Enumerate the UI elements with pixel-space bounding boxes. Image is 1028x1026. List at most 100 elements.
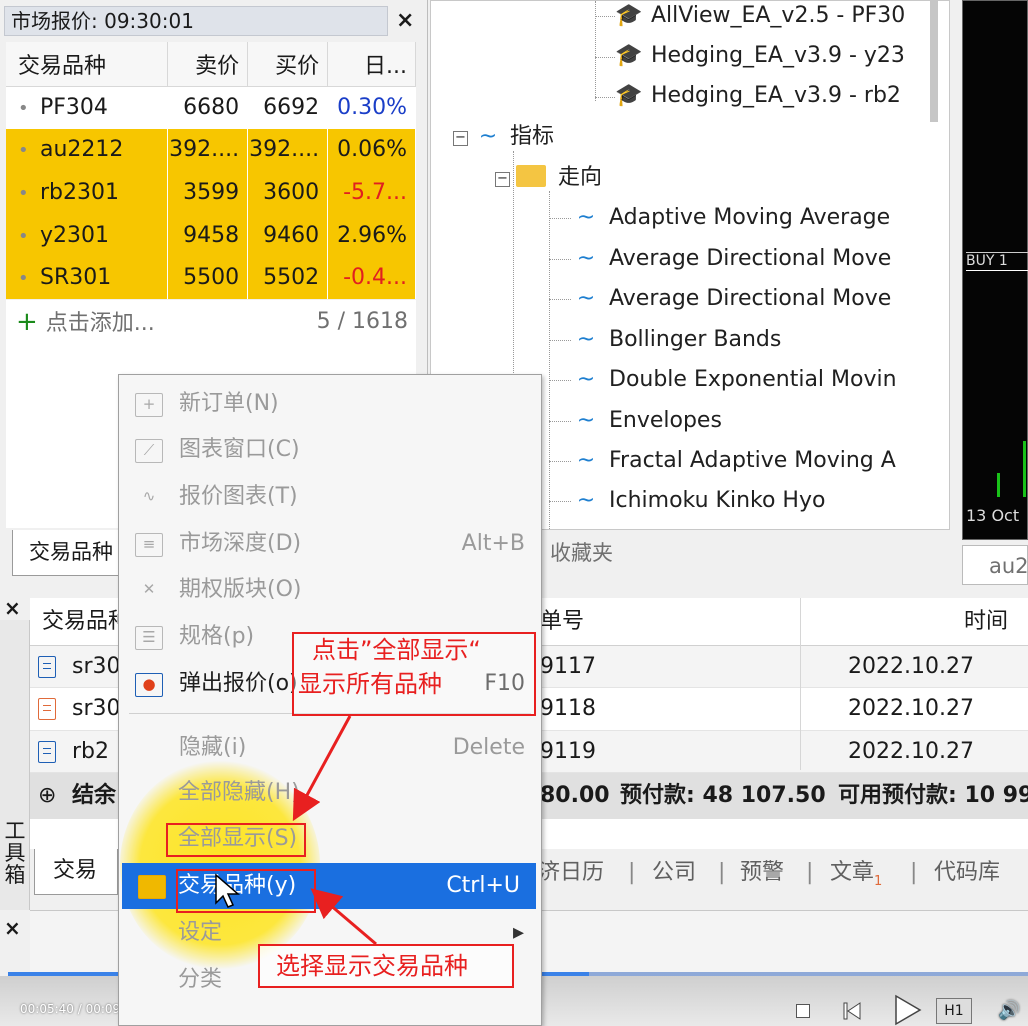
chart-bar [997,473,1000,497]
plus-icon: + [16,307,38,337]
order-symbol: sr30 [72,654,121,679]
tab-codebase[interactable]: 代码库 [934,849,1000,897]
tab-chart-au2212[interactable]: au2 [962,545,1028,585]
graduation-cap-icon: 🎓 [615,83,643,108]
order-ticket: 9117 [540,654,596,679]
symbols-icon [138,875,166,899]
close-icon[interactable]: × [4,916,21,940]
indicator-label: Bollinger Bands [609,327,782,352]
column-divider[interactable] [800,598,801,770]
order-symbol: rb2 [72,738,110,764]
ask-price: 9460 [247,213,329,257]
menu-item-label: 报价图表(T) [179,484,298,509]
options-icon: ✕ [142,580,156,598]
menu-item-new-order[interactable]: + 新订单(N) [119,381,541,427]
tree-item-indicator[interactable]: ~ Average Directional Move [573,244,892,274]
menu-item-hide-all[interactable]: 全部隐藏(H) [118,770,540,816]
column-header-symbol[interactable]: 交易品种 [42,598,130,646]
tab-alerts[interactable]: 预警 [740,849,784,897]
tree-item-indicator[interactable]: ~ Fractal Adaptive Moving A [573,446,896,476]
add-symbol-label: 点击添加... [45,311,155,336]
table-row[interactable]: • PF304 6680 6692 0.30% [6,86,416,129]
indicator-icon: ~ [576,205,596,230]
annotation-text: 显示所有品种 [298,670,442,698]
balance-label: 结余 [72,783,117,808]
time-axis-label: 13 Oct [966,506,1020,525]
quality-selector[interactable]: H1 [936,998,972,1024]
menu-item-hide[interactable]: 隐藏(i) Delete [119,725,541,771]
table-row[interactable]: • y2301 9458 9460 2.96% [6,213,416,257]
bid-price: 3599 [167,171,249,214]
indicator-label: Fractal Adaptive Moving A [609,448,896,473]
tab-trade[interactable]: 交易 [34,849,118,895]
tree-item-indicator[interactable]: ~ Average Directional Move [573,284,892,314]
free-margin-value: 可用预付款: 10 99 [838,783,1028,808]
ask-price: 3600 [247,171,329,214]
menu-item-depth[interactable]: ≡ 市场深度(D) Alt+B [119,521,541,567]
stop-icon[interactable] [796,1004,810,1018]
indicator-icon: ~ [576,327,596,352]
tree-item-indicator[interactable]: ~ Adaptive Moving Average [573,203,890,233]
play-icon[interactable] [890,994,924,1026]
collapse-icon[interactable]: − [453,131,468,146]
tab-favorites[interactable]: 收藏夹 [544,530,950,576]
volume-icon[interactable]: 🔊 [998,1000,1020,1021]
table-row[interactable]: • au2212 392.... 392.... 0.06% [6,128,416,172]
menu-item-label: 图表窗口(C) [179,437,300,462]
bullet-icon: • [18,140,29,162]
tree-item-indicator[interactable]: ~ Envelopes [573,406,722,436]
annotation-box-symbols: 选择显示交易品种 [258,944,514,988]
column-header-bid[interactable]: 卖价 [167,42,249,87]
market-watch-table: 交易品种 卖价 买价 日... • PF304 6680 6692 0.30% •… [6,42,416,299]
menu-item-tick-chart[interactable]: ∿ 报价图表(T) [119,474,541,520]
symbol-name: PF304 [40,95,108,121]
tab-articles[interactable]: 文章1 [830,849,882,906]
tree-item-expert[interactable]: 🎓 Hedging_EA_v3.9 - rb2 [615,81,901,111]
tab-company[interactable]: 公司 [652,849,696,897]
expert-label: Hedging_EA_v3.9 - y23 [651,43,905,68]
tree-item-indicators[interactable]: − ~ 指标 [453,122,554,152]
market-watch-title: 市场报价: 09:30:01 [4,6,388,36]
indicator-icon: ~ [576,286,596,311]
column-header-symbol[interactable]: 交易品种 [6,42,169,87]
previous-icon[interactable] [842,1001,862,1021]
menu-item-options[interactable]: ✕ 期权版块(O) [119,567,541,613]
popup-quote-icon: ● [135,673,163,697]
bullet-icon: • [18,225,29,247]
tab-symbols[interactable]: 交易品种 [12,530,132,576]
expand-icon[interactable]: ⊕ [38,773,56,819]
column-header-ticket[interactable]: 单号 [540,598,584,646]
line-chart-icon: ⟋ [135,439,163,463]
tab-calendar[interactable]: 济日历 [538,849,604,897]
tree-item-expert[interactable]: 🎓 AllView_EA_v2.5 - PF30 [615,1,905,31]
table-row[interactable]: • rb2301 3599 3600 -5.7... [6,171,416,214]
order-icon [38,740,56,763]
close-icon[interactable]: × [4,596,21,620]
collapse-icon[interactable]: − [495,172,510,187]
add-symbol-row[interactable]: + 点击添加... 5 / 1618 [6,300,416,344]
submenu-arrow-icon: ▸ [512,920,524,945]
tree-item-indicator[interactable]: ~ Double Exponential Movin [573,365,897,395]
close-icon[interactable]: × [396,8,414,34]
highlight-box-symbols [176,869,316,913]
ask-price: 6692 [247,86,329,129]
bullet-icon: • [18,182,29,204]
tree-item-indicator[interactable]: ~ Ichimoku Kinko Hyo [573,486,826,516]
menu-item-chart-window[interactable]: ⟋ 图表窗口(C) [119,427,541,473]
indicator-icon: ~ [576,367,596,392]
menu-item-label: 分类 [178,967,223,992]
column-header-change[interactable]: 日... [327,42,416,87]
indicator-label: Ichimoku Kinko Hyo [609,488,826,513]
trend-label: 走向 [558,165,603,190]
indicator-icon: ~ [576,448,596,473]
tree-item-indicator[interactable]: ~ Bollinger Bands [573,325,782,355]
column-header-time[interactable]: 时间 [964,598,1008,646]
menu-item-label: 新订单(N) [179,391,279,416]
tree-item-expert[interactable]: 🎓 Hedging_EA_v3.9 - y23 [615,41,905,71]
navigator-scrollbar-thumb[interactable] [930,0,938,122]
column-header-ask[interactable]: 买价 [247,42,329,87]
tree-item-trend[interactable]: − 走向 [495,163,602,193]
symbol-name: y2301 [40,222,110,248]
table-row[interactable]: • SR301 5500 5502 -0.4... [6,256,416,299]
menu-item-label: 设定 [178,920,223,945]
